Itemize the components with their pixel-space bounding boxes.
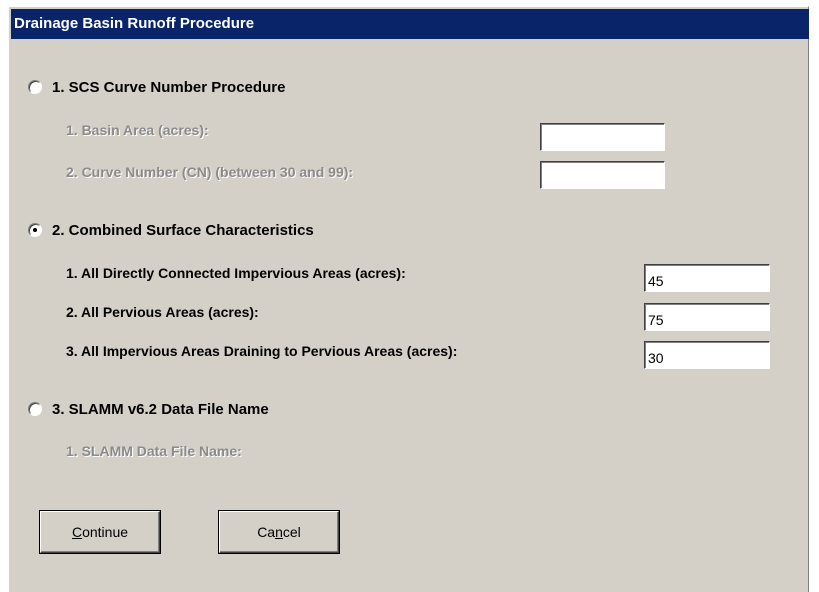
curve-number-label: 2. Curve Number (CN) (between 30 and 99)… xyxy=(66,164,354,180)
cancel-label-pre: Ca xyxy=(257,524,276,540)
radio-button-icon[interactable] xyxy=(28,80,42,94)
curve-number-input[interactable] xyxy=(540,161,665,189)
continue-button[interactable]: Continue xyxy=(40,511,160,553)
radio-option-slamm-data-file[interactable]: 3. SLAMM v6.2 Data File Name xyxy=(28,398,269,420)
window-title: Drainage Basin Runoff Procedure xyxy=(14,15,255,32)
cancel-mnemonic: n xyxy=(275,524,283,540)
directly-connected-impervious-label: 1. All Directly Connected Impervious Are… xyxy=(66,265,406,281)
cancel-label-rest: cel xyxy=(282,524,301,540)
continue-mnemonic: C xyxy=(71,524,83,540)
radio-button-selected-icon[interactable] xyxy=(28,223,42,237)
impervious-draining-to-pervious-label: 3. All Impervious Areas Draining to Perv… xyxy=(66,343,458,359)
radio-option-scs-curve-number[interactable]: 1. SCS Curve Number Procedure xyxy=(28,76,285,98)
pervious-areas-label: 2. All Pervious Areas (acres): xyxy=(66,304,259,320)
pervious-areas-input[interactable] xyxy=(644,303,770,331)
directly-connected-impervious-input[interactable] xyxy=(644,264,770,292)
radio-option-label: 3. SLAMM v6.2 Data File Name xyxy=(52,400,269,418)
radio-option-combined-surface[interactable]: 2. Combined Surface Characteristics xyxy=(28,219,314,241)
radio-button-icon[interactable] xyxy=(28,402,42,416)
radio-option-label: 1. SCS Curve Number Procedure xyxy=(52,78,286,96)
slamm-data-file-label: 1. SLAMM Data File Name: xyxy=(66,443,242,459)
basin-area-input[interactable] xyxy=(540,123,665,151)
radio-option-label: 2. Combined Surface Characteristics xyxy=(52,221,314,239)
cancel-button[interactable]: Ca n cel xyxy=(219,511,339,553)
basin-area-label: 1. Basin Area (acres): xyxy=(66,122,209,138)
title-bar: Drainage Basin Runoff Procedure xyxy=(11,9,809,39)
continue-label-rest: ontinue xyxy=(82,524,129,540)
impervious-draining-to-pervious-input[interactable] xyxy=(644,341,770,369)
